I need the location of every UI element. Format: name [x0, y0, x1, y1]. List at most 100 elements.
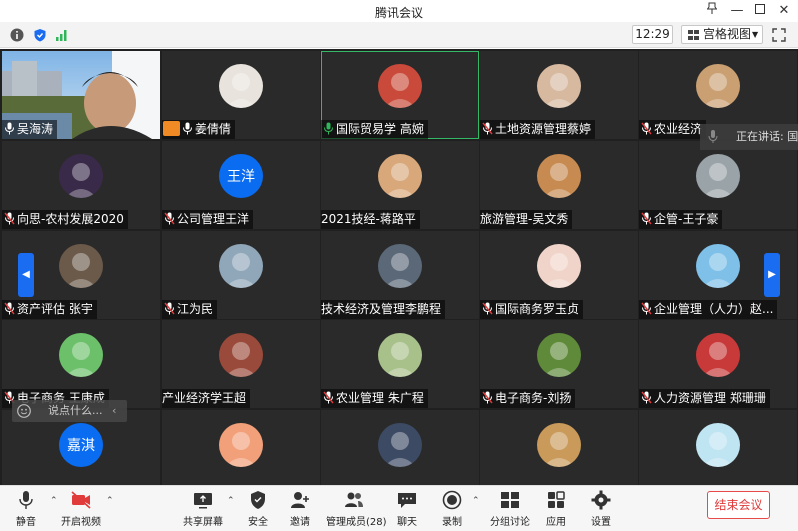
participant-tile[interactable]: 江为民	[162, 231, 320, 319]
chevron-left-icon[interactable]: ‹	[112, 400, 116, 422]
participant-avatar	[537, 244, 581, 288]
info-icon[interactable]	[10, 28, 24, 42]
breakout-label: 分组讨论	[490, 517, 530, 528]
window-title: 腾讯会议	[374, 6, 423, 20]
participant-tile[interactable]: 企管-王子豪	[639, 141, 797, 229]
mic-icon	[708, 130, 718, 143]
participant-avatar	[537, 423, 581, 467]
participant-name: 电子商务-刘扬	[495, 391, 572, 405]
participant-name-bar: 国际商务罗玉贞	[480, 300, 584, 319]
participant-name-bar: 资产评估 张宇	[2, 300, 97, 319]
participant-tile[interactable]: 向思-农村发展2020	[2, 141, 160, 229]
quick-chat-bar[interactable]: 说点什么... ‹	[12, 400, 127, 422]
signal-icon[interactable]	[55, 28, 69, 42]
info-bar: 12:29 宫格视图 ▼	[0, 22, 798, 48]
shield-icon[interactable]	[33, 28, 47, 42]
participant-tile[interactable]: 国际贸易学 高婉	[321, 51, 479, 139]
participant-name-bar: 国际贸易学 高婉	[321, 120, 428, 139]
breakout-rooms-button[interactable]: 分组讨论	[489, 490, 531, 530]
participant-avatar: 嘉淇	[59, 423, 103, 467]
bottom-toolbar: 静音 ⌃ 开启视频 ⌃ 共享屏幕 ⌃ 安全 邀请 管理成员(28) 聊天 录制 …	[0, 485, 798, 531]
participant-tile[interactable]	[639, 410, 797, 485]
participant-avatar	[59, 244, 103, 288]
chat-button[interactable]: 聊天	[393, 490, 421, 530]
participant-name: 土地资源管理蔡婷	[495, 122, 592, 136]
participant-tile[interactable]: 电子商务-刘扬	[480, 320, 638, 408]
apps-button[interactable]: 应用	[542, 490, 570, 530]
speaking-label: 正在讲话: 国际	[736, 130, 798, 143]
participant-tile[interactable]: 国际商务罗玉贞	[480, 231, 638, 319]
participant-tile[interactable]: 人力资源管理 郑珊珊	[639, 320, 797, 408]
participant-name: 国际商务罗玉贞	[495, 302, 580, 316]
chevron-up-icon[interactable]: ⌃	[50, 496, 58, 506]
participant-name: 农业经济	[654, 122, 703, 136]
gear-icon	[591, 490, 611, 510]
end-meeting-button[interactable]: 结束会议	[707, 491, 770, 519]
meeting-window: 腾讯会议 — ✕ 12:29 宫格视图 ▼ 吴海涛 姜倩倩 国际贸易学 高婉 土地资源…	[0, 0, 798, 531]
participant-name: 产业经济学王超	[162, 391, 247, 405]
chevron-up-icon[interactable]: ⌃	[227, 496, 235, 506]
share-label: 共享屏幕	[183, 517, 223, 528]
security-button[interactable]: 安全	[244, 490, 272, 530]
share-screen-icon	[194, 493, 212, 509]
chevron-down-icon: ▼	[752, 30, 759, 39]
participant-tile[interactable]: 旅游管理-吴文秀	[480, 141, 638, 229]
record-icon	[442, 490, 462, 510]
invite-label: 邀请	[290, 517, 310, 528]
participant-name: 旅游管理-吴文秀	[480, 212, 569, 226]
fullscreen-icon[interactable]	[772, 28, 786, 42]
participant-avatar	[537, 154, 581, 198]
participant-name: 江为民	[177, 302, 214, 316]
participant-tile[interactable]: 2021技经-蒋路平	[321, 141, 479, 229]
participant-tile[interactable]: 产业经济学王超	[162, 320, 320, 408]
participant-tile[interactable]	[480, 410, 638, 485]
invite-button[interactable]: 邀请	[286, 490, 314, 530]
mute-button[interactable]: 静音	[8, 490, 44, 530]
participant-tile[interactable]: 姜倩倩	[162, 51, 320, 139]
manage-members-button[interactable]: 管理成员(28)	[326, 490, 387, 530]
participant-avatar: 王洋	[219, 154, 263, 198]
apps-label: 应用	[546, 517, 566, 528]
pin-icon[interactable]	[701, 2, 723, 20]
participant-avatar	[219, 423, 263, 467]
members-icon	[345, 492, 363, 507]
chat-placeholder: 说点什么...	[48, 404, 103, 417]
participant-tile[interactable]: 农业管理 朱广程	[321, 320, 479, 408]
participant-tile[interactable]: 电子商务 王康成	[2, 320, 160, 408]
view-mode-select[interactable]: 宫格视图 ▼	[681, 25, 763, 44]
close-icon[interactable]: ✕	[773, 2, 795, 20]
speaking-indicator: 正在讲话: 国际	[700, 124, 798, 150]
view-mode-label: 宫格视图	[703, 27, 752, 41]
participant-avatar	[696, 244, 740, 288]
participant-tile[interactable]: 王洋 公司管理王洋	[162, 141, 320, 229]
chevron-up-icon[interactable]: ⌃	[472, 496, 480, 506]
mic-icon	[19, 491, 33, 509]
maximize-icon[interactable]	[749, 2, 771, 20]
participant-tile[interactable]	[162, 410, 320, 485]
add-user-icon	[291, 492, 309, 508]
mute-label: 静音	[16, 517, 36, 528]
chevron-up-icon[interactable]: ⌃	[106, 496, 114, 506]
grid-next-button[interactable]: ▶	[764, 253, 780, 297]
apps-icon	[548, 491, 565, 508]
participant-name: 企管-王子豪	[654, 212, 719, 226]
participant-avatar	[378, 64, 422, 108]
breakout-icon	[501, 492, 519, 508]
settings-button[interactable]: 设置	[587, 490, 615, 530]
participant-tile[interactable]: 土地资源管理蔡婷	[480, 51, 638, 139]
participant-avatar	[696, 64, 740, 108]
minimize-icon[interactable]: —	[726, 2, 748, 20]
record-label: 录制	[442, 517, 462, 528]
chat-label: 聊天	[397, 517, 417, 528]
participant-tile[interactable]: 吴海涛	[2, 51, 160, 139]
share-screen-button[interactable]: 共享屏幕	[183, 490, 223, 530]
record-button[interactable]: 录制	[438, 490, 466, 530]
emoji-icon[interactable]	[17, 404, 31, 418]
participant-name-bar: 向思-农村发展2020	[2, 210, 128, 229]
participant-tile[interactable]: 技术经济及管理李鹏程	[321, 231, 479, 319]
participant-name-bar: 电子商务-刘扬	[480, 389, 576, 408]
start-video-button[interactable]: 开启视频	[60, 490, 102, 530]
host-icon	[163, 121, 180, 136]
participant-tile[interactable]	[321, 410, 479, 485]
grid-prev-button[interactable]: ◀	[18, 253, 34, 297]
